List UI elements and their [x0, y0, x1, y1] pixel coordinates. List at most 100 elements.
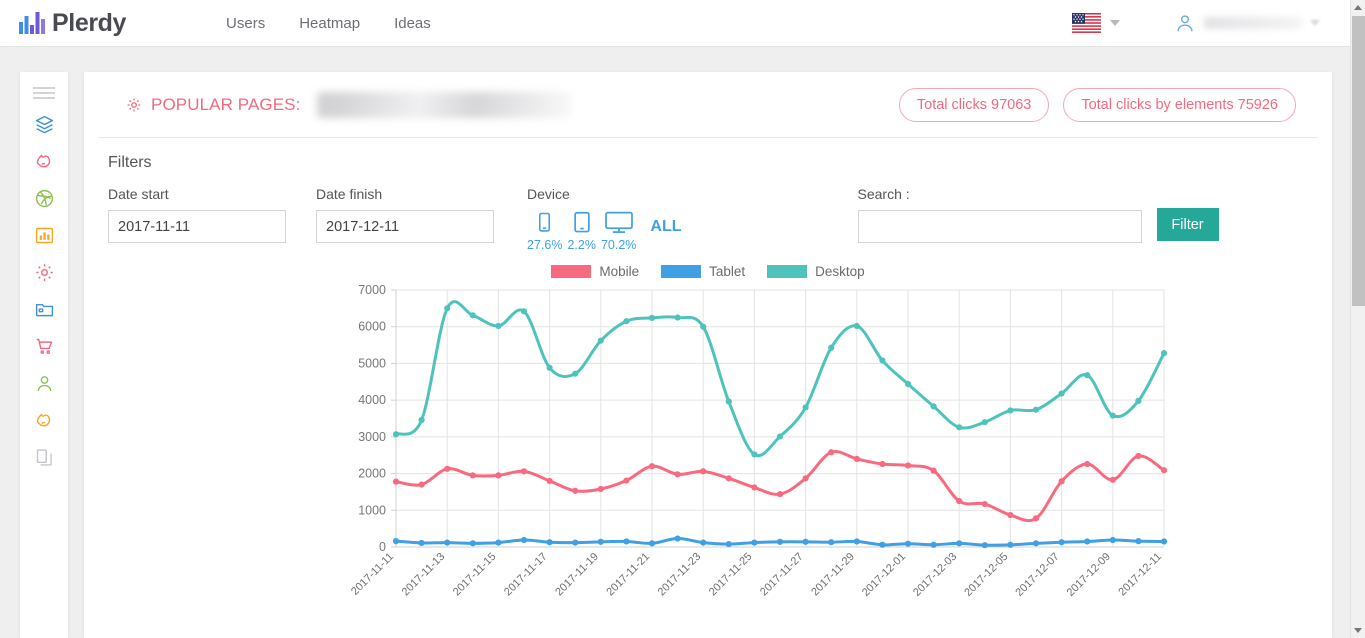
data-point[interactable] — [803, 404, 809, 410]
sidebar-item-folder[interactable] — [20, 291, 68, 328]
data-point[interactable] — [623, 477, 629, 483]
data-point[interactable] — [700, 324, 706, 330]
data-point[interactable] — [879, 542, 885, 548]
data-point[interactable] — [751, 451, 757, 457]
app-logo[interactable]: Plerdy — [18, 9, 126, 38]
data-point[interactable] — [905, 541, 911, 547]
data-point[interactable] — [854, 456, 860, 462]
data-point[interactable] — [419, 417, 425, 423]
search-input[interactable] — [858, 210, 1142, 243]
sidebar-item-pages[interactable] — [20, 439, 68, 476]
data-point[interactable] — [572, 539, 578, 545]
sidebar-item-heatmap[interactable] — [20, 143, 68, 180]
data-point[interactable] — [675, 314, 681, 320]
sidebar-item-settings[interactable] — [20, 254, 68, 291]
data-point[interactable] — [444, 466, 450, 472]
data-point[interactable] — [726, 475, 732, 481]
data-point[interactable] — [1135, 538, 1141, 544]
sidebar-item-dribbble[interactable] — [20, 180, 68, 217]
data-point[interactable] — [393, 538, 399, 544]
nav-users[interactable]: Users — [226, 15, 265, 32]
data-point[interactable] — [956, 540, 962, 546]
data-point[interactable] — [495, 472, 501, 478]
data-point[interactable] — [1059, 539, 1065, 545]
data-point[interactable] — [879, 461, 885, 467]
data-point[interactable] — [751, 484, 757, 490]
data-point[interactable] — [419, 540, 425, 546]
data-point[interactable] — [1007, 542, 1013, 548]
sidebar-item-users[interactable] — [20, 365, 68, 402]
data-point[interactable] — [675, 535, 681, 541]
nav-heatmap[interactable]: Heatmap — [299, 15, 360, 32]
data-point[interactable] — [419, 481, 425, 487]
data-point[interactable] — [905, 381, 911, 387]
data-point[interactable] — [1033, 407, 1039, 413]
data-point[interactable] — [751, 539, 757, 545]
data-point[interactable] — [803, 475, 809, 481]
data-point[interactable] — [547, 365, 553, 371]
data-point[interactable] — [982, 501, 988, 507]
date-finish-input[interactable] — [316, 210, 494, 243]
data-point[interactable] — [623, 318, 629, 324]
data-point[interactable] — [700, 468, 706, 474]
data-point[interactable] — [777, 539, 783, 545]
data-point[interactable] — [521, 468, 527, 474]
data-point[interactable] — [905, 462, 911, 468]
data-point[interactable] — [598, 486, 604, 492]
data-point[interactable] — [726, 399, 732, 405]
sidebar-item-ecommerce[interactable] — [20, 328, 68, 365]
vertical-scroll-thumb[interactable] — [1352, 16, 1365, 306]
data-point[interactable] — [444, 305, 450, 311]
data-point[interactable] — [854, 323, 860, 329]
data-point[interactable] — [700, 539, 706, 545]
data-point[interactable] — [572, 371, 578, 377]
data-point[interactable] — [956, 424, 962, 430]
device-option-mobile[interactable]: 27.6% — [527, 210, 562, 252]
data-point[interactable] — [828, 539, 834, 545]
scroll-down-icon[interactable] — [1354, 628, 1362, 633]
scroll-up-icon[interactable] — [1354, 5, 1362, 10]
user-menu[interactable] — [1174, 12, 1320, 34]
data-point[interactable] — [777, 491, 783, 497]
device-option-tablet[interactable]: 2.2% — [567, 210, 596, 252]
nav-ideas[interactable]: Ideas — [394, 15, 431, 32]
data-point[interactable] — [649, 540, 655, 546]
sidebar-item-analytics[interactable] — [20, 217, 68, 254]
data-point[interactable] — [623, 538, 629, 544]
device-option-all[interactable]: ALL — [650, 218, 681, 236]
data-point[interactable] — [1033, 515, 1039, 521]
data-point[interactable] — [1007, 407, 1013, 413]
sidebar-toggle-button[interactable] — [20, 72, 68, 106]
data-point[interactable] — [828, 345, 834, 351]
data-point[interactable] — [572, 488, 578, 494]
data-point[interactable] — [726, 541, 732, 547]
data-point[interactable] — [1135, 398, 1141, 404]
data-point[interactable] — [547, 539, 553, 545]
data-point[interactable] — [828, 449, 834, 455]
data-point[interactable] — [1007, 512, 1013, 518]
data-point[interactable] — [931, 403, 937, 409]
data-point[interactable] — [1084, 461, 1090, 467]
sidebar-item-heatmap-alt[interactable] — [20, 402, 68, 439]
data-point[interactable] — [444, 539, 450, 545]
data-point[interactable] — [393, 431, 399, 437]
data-point[interactable] — [982, 542, 988, 548]
data-point[interactable] — [495, 323, 501, 329]
data-point[interactable] — [879, 357, 885, 363]
device-option-desktop[interactable]: 70.2% — [601, 210, 636, 252]
data-point[interactable] — [931, 542, 937, 548]
data-point[interactable] — [1161, 467, 1167, 473]
data-point[interactable] — [803, 539, 809, 545]
data-point[interactable] — [521, 308, 527, 314]
data-point[interactable] — [956, 498, 962, 504]
data-point[interactable] — [547, 478, 553, 484]
data-point[interactable] — [1033, 540, 1039, 546]
line-chart[interactable]: 010002000300040005000600070002017-11-112… — [84, 282, 1332, 612]
data-point[interactable] — [649, 463, 655, 469]
data-point[interactable] — [1084, 538, 1090, 544]
vertical-scrollbar[interactable] — [1350, 0, 1365, 638]
data-point[interactable] — [470, 312, 476, 318]
data-point[interactable] — [931, 468, 937, 474]
filter-button[interactable]: Filter — [1157, 208, 1219, 241]
legend-item-tablet[interactable]: Tablet — [661, 264, 745, 279]
